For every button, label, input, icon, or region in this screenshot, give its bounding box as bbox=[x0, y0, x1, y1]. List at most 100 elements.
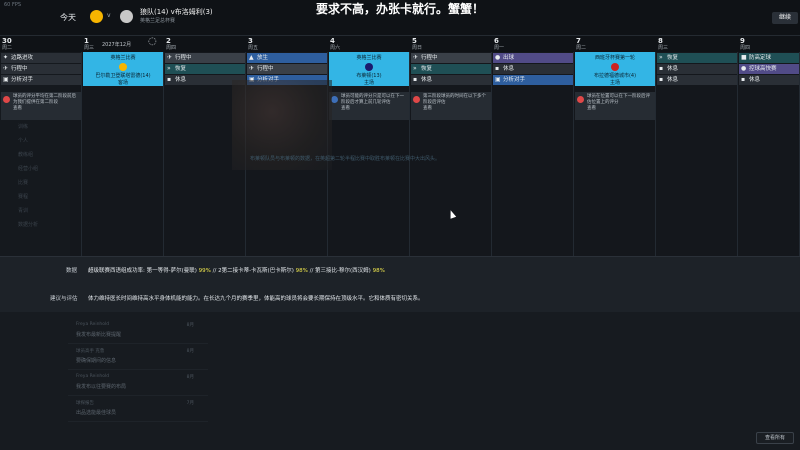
item-date: 8月 bbox=[186, 349, 194, 354]
session-label: 防高定球 bbox=[749, 55, 772, 61]
note-card[interactable]: 球员可能的评分只是可以在下一阶段后才算上前几轮评估 查看 bbox=[329, 92, 409, 120]
note-card[interactable]: 第三阶段球员的时间在以下多个阶段后评估 查看 bbox=[411, 92, 491, 120]
item-title: 我发布以往要赛的布局 bbox=[76, 384, 127, 390]
match-venue: 主场 bbox=[609, 80, 620, 86]
session-slot[interactable]: ▪ 休息 bbox=[493, 64, 573, 74]
session-label: 行程中 bbox=[175, 55, 192, 61]
match-card[interactable]: 西班牙杯赛第一轮 布拉德福德城市(4) 主场 bbox=[575, 52, 655, 86]
item-date: 8月 bbox=[186, 323, 194, 328]
session-label: 行程中 bbox=[257, 66, 274, 72]
note-sub: 查看 bbox=[341, 106, 350, 111]
side-menu-item[interactable]: 数据分析 bbox=[0, 218, 68, 232]
day-name: 周二 bbox=[576, 45, 587, 51]
day-header: 5 周日 bbox=[410, 36, 492, 52]
stats-label: 数据 bbox=[66, 268, 78, 274]
day-header: 6 周一 bbox=[492, 36, 574, 52]
day-column-9[interactable]: 9 周四 ■ 防高定球 ● 控球高快赛 ▪ 休息 bbox=[738, 36, 800, 258]
session-label: 分析对手 bbox=[11, 77, 34, 83]
session-label: 边路进攻 bbox=[11, 55, 34, 61]
item-source: Freya Reinhold bbox=[76, 322, 110, 327]
session-label: 放生 bbox=[257, 55, 269, 61]
session-label: 休息 bbox=[749, 77, 761, 83]
recovery-icon: » bbox=[167, 65, 171, 72]
session-slot[interactable]: » 恢复 bbox=[165, 64, 245, 74]
view-all-button[interactable]: 查看所有 bbox=[756, 432, 794, 444]
side-menu-item[interactable]: 训练 bbox=[0, 120, 68, 134]
day-column-4[interactable]: 4 周六 英格兰比赛 布莱顿(13) 主场 球员可能的评分只是可以在下一阶段后才… bbox=[328, 36, 410, 258]
session-label: 行程中 bbox=[11, 66, 28, 72]
session-slot[interactable]: ✦ 边路进攻 bbox=[1, 53, 81, 63]
day-column-1[interactable]: 1 周三 2027年12月 ◌ 英格兰比赛 巴尔勒卫登联塔雷德(14) 客场 bbox=[82, 36, 164, 258]
day-header: 7 周二 bbox=[574, 36, 656, 52]
session-label: 休息 bbox=[667, 77, 679, 83]
session-slot[interactable]: ✈ 行程中 bbox=[247, 64, 327, 74]
session-slot[interactable]: ▪ 休息 bbox=[657, 64, 737, 74]
note-card[interactable]: 球员的评分平均在第二阶段前后为我们提供在第二阶段 查看 bbox=[1, 92, 81, 120]
day-column-8[interactable]: 8 周三 » 恢复 ▪ 休息 ▪ 休息 bbox=[656, 36, 738, 258]
list-item[interactable]: Freya Reinhold 我发布最新比赛提醒 8月 bbox=[68, 318, 208, 344]
session-slot[interactable]: ▪ 休息 bbox=[657, 75, 737, 85]
session-slot[interactable]: » 恢复 bbox=[411, 64, 491, 74]
day-column-5[interactable]: 5 周日 ✈ 行程中 » 恢复 ▪ 休息 第三阶段球员的时间在以下多个阶段后评估 查看 bbox=[410, 36, 492, 258]
session-slot[interactable]: ▲ 放生 bbox=[247, 53, 327, 63]
travel-icon: ✈ bbox=[413, 54, 419, 61]
session-slot[interactable]: ▪ 休息 bbox=[739, 75, 799, 85]
away-team-logo bbox=[120, 10, 133, 23]
info-icon bbox=[331, 96, 338, 103]
stat-3-value: 98% bbox=[372, 268, 385, 274]
note-card[interactable]: 球员在位置可以在下一阶段后评估位置上的评分 查看 bbox=[575, 92, 655, 120]
recovery-icon: » bbox=[659, 54, 663, 61]
side-menu-item[interactable]: 个人 bbox=[0, 134, 68, 148]
session-slot[interactable]: ▪ 休息 bbox=[411, 75, 491, 85]
day-column-7[interactable]: 7 周二 西班牙杯赛第一轮 布拉德福德城市(4) 主场 球员在位置可以在下一阶段… bbox=[574, 36, 656, 258]
list-item[interactable]: Freya Reinhold 我发布以往要赛的布局 8月 bbox=[68, 370, 208, 396]
refresh-icon[interactable]: ◌ bbox=[148, 36, 157, 47]
list-item[interactable]: 球探报告 出品选能最佳球员 7月 bbox=[68, 396, 208, 422]
possession-icon: ● bbox=[741, 65, 747, 72]
next-match-title[interactable]: 狼队(14) v布洛姆利(3) bbox=[140, 7, 213, 17]
fps-counter: 60 FPS bbox=[4, 2, 22, 8]
continue-button[interactable]: 继续 bbox=[772, 12, 798, 24]
session-slot[interactable]: ● 控球高快赛 bbox=[739, 64, 799, 74]
match-type: 英格兰比赛 bbox=[356, 55, 382, 61]
note-sub: 查看 bbox=[13, 106, 22, 111]
list-item[interactable]: 球员高手 克鲁 要确保期间的信息 8月 bbox=[68, 344, 208, 370]
match-card[interactable]: 英格兰比赛 布莱顿(13) 主场 bbox=[329, 52, 409, 86]
session-slot[interactable]: ● 出球 bbox=[493, 53, 573, 63]
session-label: 控球高快赛 bbox=[749, 66, 777, 72]
match-card[interactable]: 英格兰比赛 巴尔勒卫登联塔雷德(14) 客场 bbox=[83, 52, 163, 86]
side-menu-item[interactable]: 教练组 bbox=[0, 148, 68, 162]
session-slot[interactable]: ✈ 行程中 bbox=[165, 53, 245, 63]
session-slot[interactable]: ✈ 行程中 bbox=[411, 53, 491, 63]
session-slot[interactable]: ▣分析对手 bbox=[1, 75, 81, 85]
day-name: 周一 bbox=[494, 45, 505, 51]
side-menu: 训练 个人 教练组 经营小组 比赛 赛程 青训 数据分析 bbox=[0, 120, 68, 232]
rest-icon: ▪ bbox=[167, 76, 172, 83]
item-title: 要确保期间的信息 bbox=[76, 358, 117, 364]
session-label: 恢复 bbox=[421, 66, 433, 72]
month-label: 2027年12月 bbox=[102, 42, 132, 48]
match-type: 西班牙杯赛第一轮 bbox=[594, 55, 635, 61]
opponent-logo bbox=[365, 63, 373, 71]
day-name: 周四 bbox=[166, 45, 177, 51]
side-menu-item[interactable]: 青训 bbox=[0, 204, 68, 218]
note-sub: 查看 bbox=[423, 106, 432, 111]
analysis-icon: ▣ bbox=[495, 76, 501, 83]
home-team-logo bbox=[90, 10, 103, 23]
item-source: 球探报告 bbox=[76, 401, 94, 406]
day-header: 4 周六 bbox=[328, 36, 410, 52]
side-menu-item[interactable]: 比赛 bbox=[0, 176, 68, 190]
session-label: 休息 bbox=[175, 77, 187, 83]
advice-label: 建议与评估 bbox=[50, 296, 78, 302]
session-slot[interactable]: ▣分析对手 bbox=[493, 75, 573, 85]
day-header: 1 周三 2027年12月 ◌ bbox=[82, 36, 164, 52]
today-label[interactable]: 今天 bbox=[60, 12, 76, 23]
side-menu-item[interactable]: 赛程 bbox=[0, 190, 68, 204]
session-slot[interactable]: ✈ 行程中 bbox=[1, 64, 81, 74]
session-slot[interactable]: ■ 防高定球 bbox=[739, 53, 799, 63]
day-header: 30 周二 bbox=[0, 36, 82, 52]
session-label: 休息 bbox=[667, 66, 679, 72]
day-column-6[interactable]: 6 周一 ● 出球 ▪ 休息 ▣ 分析对手 bbox=[492, 36, 574, 258]
side-menu-item[interactable]: 经营小组 bbox=[0, 162, 68, 176]
session-slot[interactable]: » 恢复 bbox=[657, 53, 737, 63]
